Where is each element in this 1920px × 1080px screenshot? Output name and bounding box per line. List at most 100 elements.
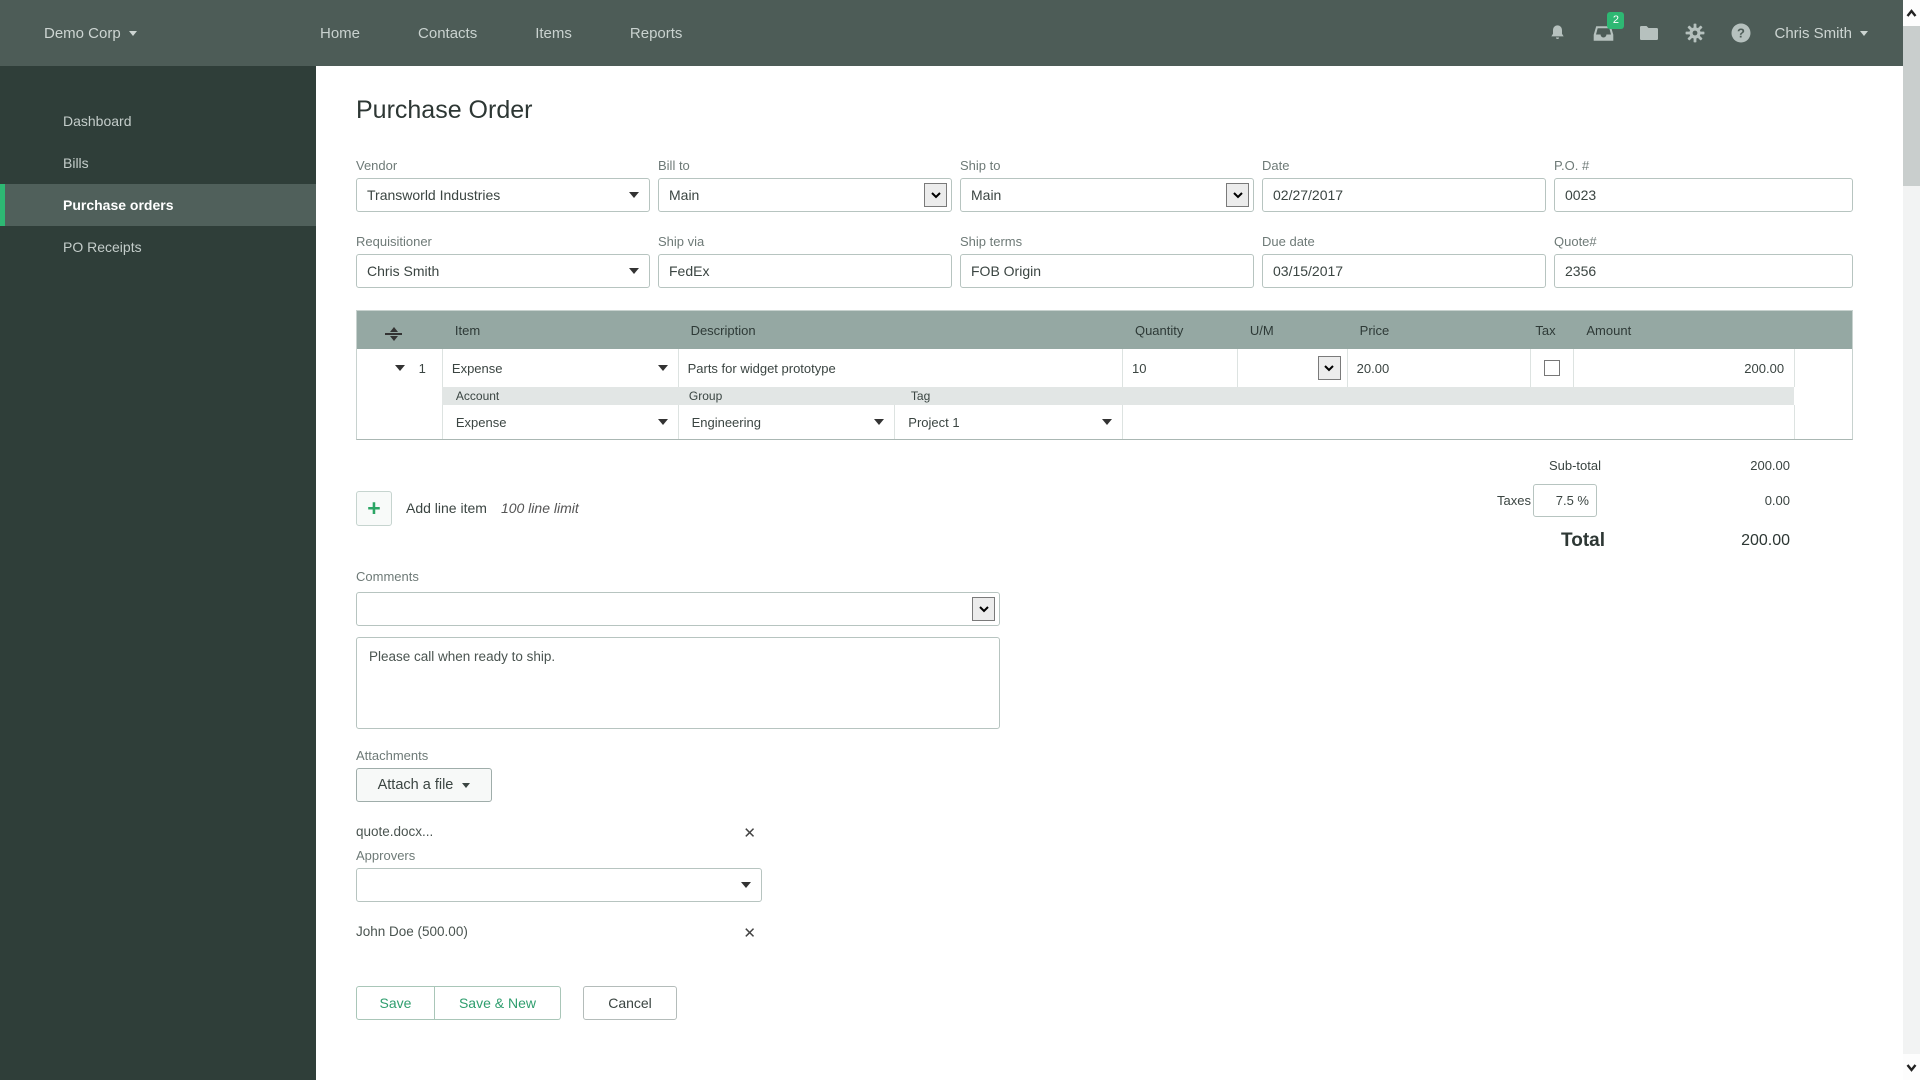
due-date-input[interactable]: 03/15/2017 [1262, 254, 1546, 288]
dropdown-caret-icon [874, 419, 885, 425]
subcol-header-tag: Tag [910, 389, 931, 403]
save-and-new-button[interactable]: Save & New [435, 986, 561, 1020]
nav-contacts[interactable]: Contacts [418, 25, 477, 42]
attach-file-button[interactable]: Attach a file [356, 768, 492, 802]
quote-number-input[interactable]: 2356 [1554, 254, 1853, 288]
taxes-label: Taxes [1497, 492, 1531, 508]
sidebar-item-dashboard[interactable]: Dashboard [0, 100, 316, 142]
line-items-header: Item Description Quantity U/M Price Tax … [357, 311, 1852, 349]
bell-icon[interactable] [1544, 20, 1570, 46]
sidebar-item-bills[interactable]: Bills [0, 142, 316, 184]
approvers-dropdown[interactable] [356, 868, 762, 902]
dropdown-caret-icon [462, 782, 471, 788]
po-header-form: Vendor Transworld Industries Bill to Mai… [356, 158, 1853, 288]
ship-via-input[interactable]: FedEx [658, 254, 952, 288]
col-header-item: Item [454, 322, 481, 338]
close-icon[interactable]: ✕ [743, 824, 756, 842]
total-value: 200.00 [1741, 532, 1790, 549]
po-number-input[interactable]: 0023 [1554, 178, 1853, 212]
sidebar-item-purchase-orders[interactable]: Purchase orders [0, 184, 316, 226]
cancel-button[interactable]: Cancel [583, 986, 677, 1020]
sidebar: Dashboard Bills Purchase orders PO Recei… [0, 66, 316, 1080]
main-content: Purchase Order Vendor Transworld Industr… [316, 66, 1920, 1080]
subcol-header-group: Group [688, 389, 723, 403]
dropdown-caret-icon [1102, 419, 1112, 425]
total-label: Total [1561, 530, 1605, 551]
date-label: Date [1262, 158, 1290, 173]
item-dropdown[interactable]: Expense [441, 349, 678, 387]
sidebar-item-po-receipts[interactable]: PO Receipts [0, 226, 316, 268]
select-chevron-icon [924, 183, 947, 207]
tax-rate-input[interactable]: 7.5 % [1533, 483, 1597, 517]
ship-terms-input[interactable]: FOB Origin [960, 254, 1254, 288]
description-input[interactable]: Parts for widget prototype [677, 349, 1122, 387]
dropdown-caret-icon [629, 268, 639, 274]
bill-to-label: Bill to [658, 158, 690, 173]
gear-icon[interactable] [1682, 20, 1708, 46]
top-nav: Demo Corp Home Contacts Items Reports 2 [0, 0, 1920, 66]
chevron-down-icon [1860, 30, 1868, 36]
line-item-row: 1 Expense Parts for widget prototype 10 … [357, 349, 1852, 387]
folder-icon[interactable] [1636, 20, 1662, 46]
close-icon[interactable]: ✕ [743, 924, 756, 942]
tag-dropdown[interactable]: Project 1 [894, 405, 1122, 439]
scroll-up-icon[interactable] [1903, 0, 1920, 26]
select-chevron-icon [1226, 183, 1249, 207]
requisitioner-dropdown[interactable]: Chris Smith [356, 254, 650, 288]
add-line-item-button[interactable]: + [356, 490, 392, 526]
group-dropdown[interactable]: Engineering [677, 405, 895, 439]
select-chevron-icon [972, 597, 995, 621]
quote-number-label: Quote# [1554, 234, 1597, 249]
svg-text:?: ? [1738, 25, 1746, 40]
nav-items[interactable]: Items [535, 25, 572, 42]
company-name: Demo Corp [44, 24, 121, 42]
col-header-um: U/M [1249, 322, 1274, 338]
quantity-input[interactable]: 10 [1121, 349, 1237, 387]
nav-home[interactable]: Home [320, 25, 360, 42]
user-menu[interactable]: Chris Smith [1774, 25, 1868, 42]
po-number-label: P.O. # [1554, 158, 1590, 173]
attachment-name: quote.docx... [356, 824, 434, 839]
vendor-dropdown[interactable]: Transworld Industries [356, 178, 650, 212]
attachments-label: Attachments [356, 748, 429, 763]
ship-via-label: Ship via [658, 234, 705, 249]
dropdown-caret-icon [657, 365, 668, 371]
totals: Sub-total 200.00 Taxes 7.5 % 0.00 Total … [1497, 450, 1853, 562]
help-icon[interactable]: ? [1728, 20, 1754, 46]
nav-reports[interactable]: Reports [630, 25, 683, 42]
inbox-icon[interactable]: 2 [1590, 12, 1625, 46]
vendor-label: Vendor [356, 158, 398, 173]
attachment-item: quote.docx... ✕ [356, 824, 756, 842]
row-resize-icon[interactable] [385, 326, 402, 341]
subcol-header-account: Account [455, 389, 500, 403]
amount-value: 200.00 [1573, 349, 1794, 387]
comments-select[interactable] [356, 592, 1000, 626]
tax-amount-value: 0.00 [1764, 492, 1790, 508]
chevron-down-icon [128, 30, 137, 36]
tax-checkbox[interactable] [1544, 360, 1561, 376]
scrollbar-thumb[interactable] [1903, 26, 1920, 186]
price-input[interactable]: 20.00 [1346, 349, 1531, 387]
notification-badge: 2 [1607, 12, 1625, 29]
um-select[interactable] [1236, 349, 1347, 387]
approvers-label: Approvers [356, 848, 416, 863]
bill-to-select[interactable]: Main [658, 178, 952, 212]
ship-terms-label: Ship terms [960, 234, 1023, 249]
date-input[interactable]: 02/27/2017 [1262, 178, 1546, 212]
nav-utilities: 2 ? Chris Smith [1544, 0, 1868, 66]
comments-textarea[interactable]: Please call when ready to ship. [356, 637, 1000, 729]
scroll-down-icon[interactable] [1903, 1054, 1920, 1080]
row-expand-caret-icon[interactable] [394, 365, 405, 371]
requisitioner-label: Requisitioner [356, 234, 432, 249]
dropdown-caret-icon [741, 882, 751, 888]
select-chevron-icon [1317, 356, 1341, 380]
ship-to-label: Ship to [960, 158, 1001, 173]
dropdown-caret-icon [657, 419, 668, 425]
ship-to-select[interactable]: Main [960, 178, 1254, 212]
save-button[interactable]: Save [356, 986, 435, 1020]
company-menu[interactable]: Demo Corp [44, 0, 137, 66]
user-name: Chris Smith [1774, 24, 1852, 42]
scrollbar[interactable] [1903, 0, 1920, 1080]
col-header-description: Description [690, 322, 756, 338]
account-dropdown[interactable]: Expense [441, 405, 678, 439]
